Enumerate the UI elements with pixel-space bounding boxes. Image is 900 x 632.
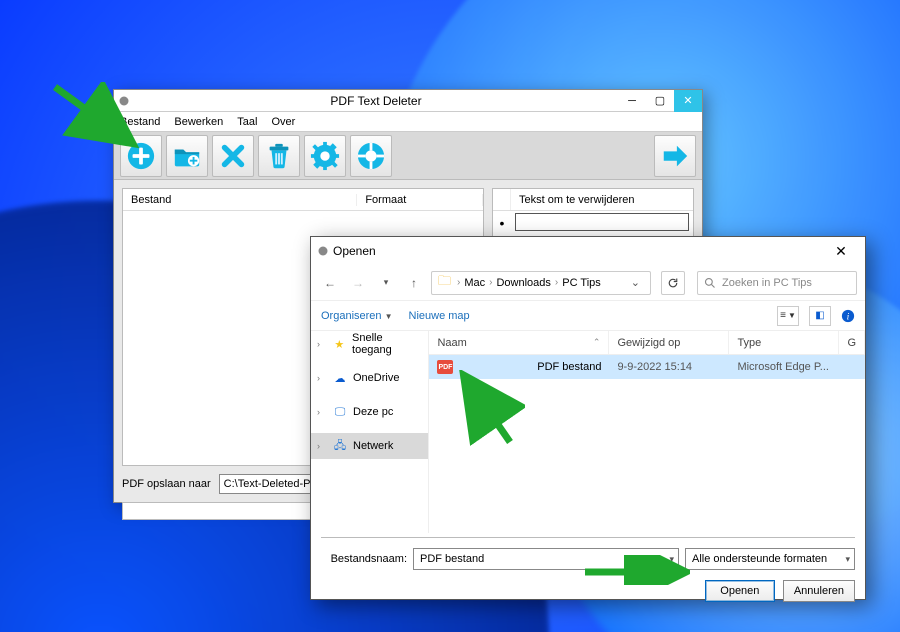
help-button[interactable] xyxy=(350,135,392,177)
nav-forward-button[interactable]: → xyxy=(347,272,369,294)
remove-text-header: Tekst om te verwijderen xyxy=(511,189,693,210)
breadcrumb-seg-0[interactable]: Mac xyxy=(464,277,485,289)
chevron-right-icon: › xyxy=(457,277,460,288)
maximize-button[interactable]: ▢ xyxy=(646,90,674,112)
gear-icon xyxy=(310,141,340,171)
chevron-down-icon: ▾ xyxy=(845,554,850,565)
run-button[interactable] xyxy=(654,135,696,177)
filename-label: Bestandsnaam: xyxy=(321,553,407,565)
monitor-icon: 🖵 xyxy=(333,405,347,419)
file-area: Naam ⌃ Gewijzigd op Type G PDF PDF besta… xyxy=(429,331,865,533)
sidebar-label: Deze pc xyxy=(353,406,393,418)
save-path-label: PDF opslaan naar xyxy=(122,478,211,490)
search-input[interactable]: Zoeken in PC Tips xyxy=(697,271,857,295)
dialog-title: Openen xyxy=(333,244,376,258)
chevron-down-icon: ▾ xyxy=(669,554,674,565)
refresh-icon xyxy=(667,277,679,289)
column-header-file[interactable]: Bestand xyxy=(123,194,357,206)
menu-bar: Bestand Bewerken Taal Over xyxy=(114,112,702,132)
trash-icon xyxy=(264,141,294,171)
add-file-button[interactable] xyxy=(120,135,162,177)
sidebar-label: Netwerk xyxy=(353,440,393,452)
window-title: PDF Text Deleter xyxy=(134,94,618,108)
view-mode-button[interactable]: ≡ ▼ xyxy=(777,306,799,326)
chevron-right-icon: › xyxy=(489,277,492,288)
breadcrumb[interactable]: 🗀 › Mac › Downloads › PC Tips ⌄ xyxy=(431,271,651,295)
file-type: Microsoft Edge P... xyxy=(729,361,839,373)
sidebar-label: Snelle toegang xyxy=(352,332,422,356)
chevron-down-icon[interactable]: ⌄ xyxy=(627,276,644,289)
refresh-button[interactable] xyxy=(661,271,685,295)
toolbar xyxy=(114,132,702,180)
dialog-app-icon xyxy=(317,245,329,257)
dialog-sidebar: › ★ Snelle toegang › ☁ OneDrive › 🖵 Deze… xyxy=(311,331,429,533)
star-icon: ★ xyxy=(333,337,346,351)
column-header-modified[interactable]: Gewijzigd op xyxy=(609,331,729,354)
nav-back-button[interactable]: ← xyxy=(319,272,341,294)
help-icon[interactable]: i xyxy=(841,309,855,323)
menu-bestand[interactable]: Bestand xyxy=(120,116,160,128)
column-header-type[interactable]: Type xyxy=(729,331,839,354)
chevron-right-icon: › xyxy=(317,373,327,383)
filename-combo[interactable]: PDF bestand ▾ xyxy=(413,548,679,570)
column-header-name[interactable]: Naam ⌃ xyxy=(429,331,609,354)
plus-icon xyxy=(126,141,156,171)
open-button[interactable]: Openen xyxy=(705,580,775,602)
search-placeholder: Zoeken in PC Tips xyxy=(722,277,812,289)
preview-pane-button[interactable]: ◧ xyxy=(809,306,831,326)
sort-asc-icon: ⌃ xyxy=(593,337,601,348)
add-folder-button[interactable] xyxy=(166,135,208,177)
organise-button[interactable]: Organiseren ▼ xyxy=(321,310,393,322)
nav-recent-button[interactable]: ▾ xyxy=(375,272,397,294)
chevron-right-icon: › xyxy=(317,339,327,349)
file-modified: 9-9-2022 15:14 xyxy=(609,361,729,373)
cancel-button[interactable]: Annuleren xyxy=(783,580,855,602)
file-row[interactable]: PDF PDF bestand 9-9-2022 15:14 Microsoft… xyxy=(429,355,865,379)
file-name: PDF bestand xyxy=(537,361,601,373)
pdf-icon: PDF xyxy=(437,360,453,374)
svg-text:i: i xyxy=(847,311,850,322)
chevron-right-icon: › xyxy=(555,277,558,288)
close-button[interactable]: ✕ xyxy=(674,90,702,112)
folder-plus-icon xyxy=(172,141,202,171)
nav-up-button[interactable]: ↑ xyxy=(403,272,425,294)
menu-taal[interactable]: Taal xyxy=(237,116,257,128)
minimize-button[interactable]: ─ xyxy=(618,90,646,112)
file-type-filter[interactable]: Alle ondersteunde formaten ▾ xyxy=(685,548,855,570)
network-icon: 🖧 xyxy=(333,439,347,453)
sidebar-item-network[interactable]: › 🖧 Netwerk xyxy=(311,433,428,459)
row-marker: • xyxy=(493,211,511,235)
clear-button[interactable] xyxy=(258,135,300,177)
cloud-icon: ☁ xyxy=(333,371,347,385)
remove-text-input[interactable] xyxy=(515,213,689,231)
search-icon xyxy=(704,277,716,289)
filename-value: PDF bestand xyxy=(420,553,484,565)
sidebar-item-this-pc[interactable]: › 🖵 Deze pc xyxy=(311,399,428,425)
folder-icon: 🗀 xyxy=(438,272,451,294)
app-icon xyxy=(114,95,134,107)
breadcrumb-seg-2[interactable]: PC Tips xyxy=(562,277,601,289)
cross-icon xyxy=(218,141,248,171)
chevron-right-icon: › xyxy=(317,441,327,451)
sidebar-item-onedrive[interactable]: › ☁ OneDrive xyxy=(311,365,428,391)
new-folder-button[interactable]: Nieuwe map xyxy=(409,310,470,322)
dialog-nav-bar: ← → ▾ ↑ 🗀 › Mac › Downloads › PC Tips ⌄ … xyxy=(311,265,865,301)
remove-button[interactable] xyxy=(212,135,254,177)
dialog-title-bar[interactable]: Openen ✕ xyxy=(311,237,865,265)
menu-bewerken[interactable]: Bewerken xyxy=(174,116,223,128)
menu-over[interactable]: Over xyxy=(271,116,295,128)
breadcrumb-seg-1[interactable]: Downloads xyxy=(496,277,550,289)
settings-button[interactable] xyxy=(304,135,346,177)
sidebar-label: OneDrive xyxy=(353,372,399,384)
chevron-right-icon: › xyxy=(317,407,327,417)
dialog-close-button[interactable]: ✕ xyxy=(823,239,859,263)
open-dialog: Openen ✕ ← → ▾ ↑ 🗀 › Mac › Downloads › P… xyxy=(310,236,866,600)
column-header-extra[interactable]: G xyxy=(839,331,865,354)
lifebuoy-icon xyxy=(356,141,386,171)
title-bar[interactable]: PDF Text Deleter ─ ▢ ✕ xyxy=(114,90,702,112)
sidebar-item-quick-access[interactable]: › ★ Snelle toegang xyxy=(311,331,428,357)
filter-value: Alle ondersteunde formaten xyxy=(692,553,827,565)
arrow-right-icon xyxy=(660,141,690,171)
column-header-format[interactable]: Formaat xyxy=(357,194,483,206)
